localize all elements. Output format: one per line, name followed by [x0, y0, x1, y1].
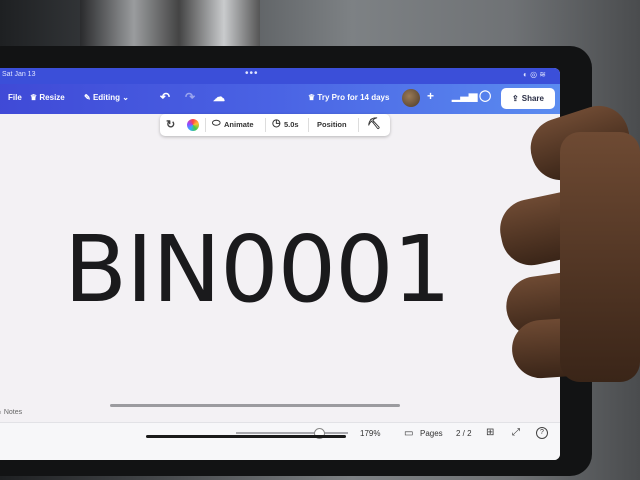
- try-pro-button[interactable]: ♛ Try Pro for 14 days: [308, 93, 389, 102]
- resize-button[interactable]: ♛ Resize: [30, 93, 65, 102]
- grid-view-icon[interactable]: ⊞: [486, 427, 494, 438]
- share-label: Share: [521, 94, 544, 103]
- timer-icon[interactable]: ◷: [272, 118, 281, 129]
- pages-icon[interactable]: ▭: [404, 428, 413, 439]
- status-date: Sat Jan 13: [2, 71, 36, 78]
- crown-icon: ♛: [30, 93, 40, 102]
- file-menu[interactable]: File: [8, 93, 22, 102]
- add-collaborator-icon[interactable]: +: [427, 89, 434, 103]
- element-context-toolbar: ↻ ⬭ Animate ◷ 5.0s Position ⛏: [160, 114, 390, 136]
- multitask-dots[interactable]: •••: [245, 68, 259, 79]
- editing-mode-button[interactable]: ✎ Editing ⌄: [84, 93, 129, 102]
- paint-roller-icon[interactable]: ⛏: [367, 117, 381, 130]
- duration-button[interactable]: 5.0s: [284, 120, 299, 129]
- comment-icon[interactable]: ◯: [479, 89, 491, 102]
- insights-chart-icon[interactable]: ▁▃▅: [452, 89, 477, 102]
- try-pro-label: Try Pro for 14 days: [317, 93, 390, 102]
- avatar[interactable]: [402, 89, 420, 107]
- status-bar: Sat Jan 13 ••• ◐ ◎ ≋: [0, 68, 560, 84]
- crown-icon: ♛: [308, 93, 318, 102]
- system-icons: ◐ ◎ ≋: [523, 70, 546, 79]
- zoom-slider[interactable]: [236, 432, 348, 434]
- home-indicator[interactable]: [146, 435, 346, 438]
- editing-label: Editing: [92, 93, 121, 102]
- canvas-text-element[interactable]: BIN0001: [64, 216, 451, 323]
- rotate-icon[interactable]: ↻: [166, 118, 175, 131]
- toolbar-divider: [358, 118, 359, 132]
- chevron-down-icon: ⌄: [120, 93, 129, 102]
- cloud-sync-icon[interactable]: ☁: [213, 90, 225, 104]
- editor-bottom-bar: 179% ▭ Pages 2 / 2 ⊞ ⤢ ?: [0, 422, 560, 460]
- color-picker-icon[interactable]: [187, 119, 199, 131]
- pencil-icon: ✎: [84, 93, 93, 102]
- help-icon[interactable]: ?: [536, 427, 548, 439]
- animate-icon[interactable]: ⬭: [212, 118, 221, 129]
- toolbar-divider: [265, 118, 266, 132]
- toolbar-divider: [308, 118, 309, 132]
- palm: [560, 132, 640, 382]
- pages-button[interactable]: Pages: [420, 429, 443, 438]
- redo-icon[interactable]: ↷: [185, 90, 195, 104]
- tablet-screen: Sat Jan 13 ••• ◐ ◎ ≋ File ♛ Resize ✎ Edi…: [0, 68, 560, 460]
- background-shelf: [80, 0, 260, 46]
- undo-icon[interactable]: ↶: [160, 90, 170, 104]
- notes-label: Notes: [3, 409, 23, 416]
- zoom-level[interactable]: 179%: [360, 429, 380, 438]
- share-button[interactable]: ⇪ Share: [501, 88, 555, 109]
- hand-in-photo: [490, 98, 640, 382]
- notes-button[interactable]: ✎ Notes: [0, 408, 22, 416]
- fullscreen-icon[interactable]: ⤢: [512, 427, 520, 438]
- position-button[interactable]: Position: [317, 120, 347, 129]
- page-indicator: 2 / 2: [456, 429, 472, 438]
- toolbar-divider: [205, 118, 206, 132]
- horizontal-scrollbar[interactable]: [110, 404, 400, 407]
- resize-label: Resize: [39, 93, 65, 102]
- share-upload-icon: ⇪: [512, 94, 519, 103]
- editor-topbar: File ♛ Resize ✎ Editing ⌄ ↶ ↷ ☁ ♛ Try Pr…: [0, 84, 560, 114]
- animate-button[interactable]: Animate: [224, 120, 254, 129]
